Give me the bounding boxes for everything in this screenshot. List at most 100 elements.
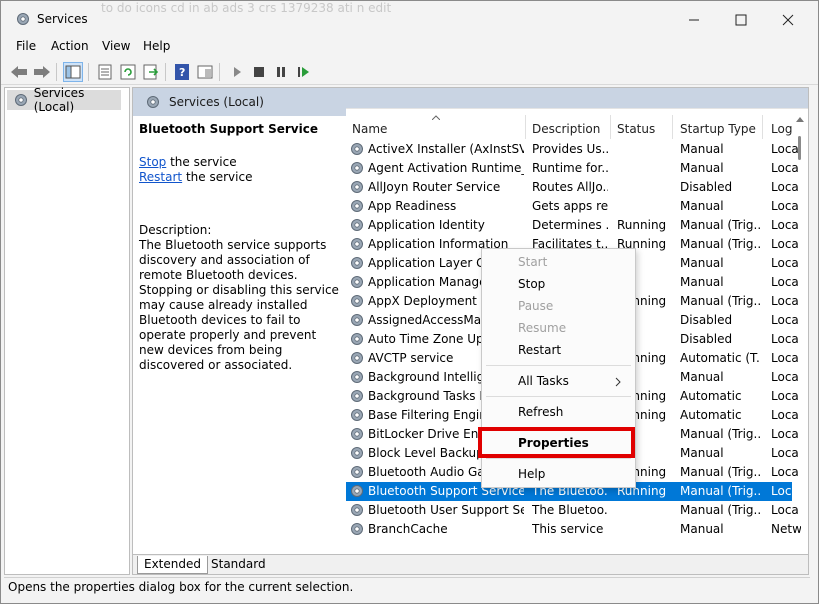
export-button[interactable] [141,62,161,82]
menu-item-start[interactable]: Start [518,255,547,269]
vertical-scrollbar[interactable] [793,110,807,540]
maximize-button[interactable] [721,7,761,33]
show-tree-button[interactable] [63,62,83,82]
restart-service-button[interactable] [294,62,314,82]
column-header-log-on-as[interactable]: Log [771,122,792,136]
submenu-chevron-icon [615,377,621,387]
column-header-name[interactable]: Name [352,122,387,136]
tree-item-label: Services (Local) [33,86,85,114]
menu-help[interactable]: Help [143,39,170,53]
service-gear-icon [351,162,363,174]
stop-service-link[interactable]: Stop [139,155,166,169]
properties-button[interactable] [95,62,115,82]
tab-extended[interactable]: Extended [137,556,208,574]
cell-startup: Manual (Trig... [680,237,760,251]
service-gear-icon [351,181,363,193]
cell-startup: Automatic (T... [680,351,760,365]
scroll-up-icon [796,117,804,122]
service-gear-icon [351,352,363,364]
list-header: Name Description Status Startup Type Log [346,109,808,139]
cell-startup: Disabled [680,313,733,327]
service-gear-icon [351,200,363,212]
back-icon [11,66,27,78]
cell-startup: Manual [680,161,724,175]
service-gear-icon [351,238,363,250]
column-header-startup-type[interactable]: Startup Type [680,122,756,136]
services-gear-icon [17,13,29,25]
cell-startup: Manual (Trig... [680,427,760,441]
menu-item-refresh[interactable]: Refresh [518,405,563,419]
maximize-icon [735,14,747,26]
cell-name: App Readiness [368,199,457,213]
restart-service-link[interactable]: Restart [139,170,182,184]
menu-item-resume[interactable]: Resume [518,321,566,335]
resume-icon [298,67,309,77]
menu-view[interactable]: View [102,39,130,53]
help-button[interactable]: ? [172,62,192,82]
service-detail-panel: Bluetooth Support Service Stop the servi… [139,122,339,373]
status-bar: Opens the properties dialog box for the … [4,577,810,597]
cell-name: Bluetooth User Support Ser... [368,503,524,517]
stop-service-button[interactable] [249,62,269,82]
properties-highlight-box [478,427,635,458]
back-button[interactable] [9,62,29,82]
cell-startup: Manual [680,256,724,270]
service-row[interactable]: Agent Activation Runtime_... Runtime for.… [346,159,799,178]
service-gear-icon [351,143,363,155]
close-button[interactable] [768,7,808,33]
service-gear-icon [351,523,363,535]
pause-service-button[interactable] [271,62,291,82]
sort-ascending-icon [432,115,440,120]
service-row[interactable]: ActiveX Installer (AxInstSV) Provides Us.… [346,140,799,159]
menu-item-pause[interactable]: Pause [518,299,553,313]
service-gear-icon [351,314,363,326]
cell-name: ActiveX Installer (AxInstSV) [368,142,524,156]
service-row[interactable]: Application Identity Determines ... Runnin… [346,216,799,235]
tree-item-services-local[interactable]: Services (Local) [7,86,121,114]
cell-name: BranchCache [368,522,448,536]
refresh-button[interactable] [118,62,138,82]
status-text: Opens the properties dialog box for the … [8,580,354,594]
service-row[interactable]: BranchCacheThis service ...ManualNetw [346,520,801,538]
title-bar: Services to do icons cd in ab ads 3 crs … [1,1,818,37]
service-gear-icon [351,219,363,231]
cell-desc: Gets apps re... [532,199,608,213]
menu-item-stop[interactable]: Stop [518,277,545,291]
cell-desc: Provides Us... [532,142,608,156]
menu-item-all-tasks[interactable]: All Tasks [518,374,569,388]
menu-item-restart[interactable]: Restart [518,343,561,357]
service-row[interactable]: App ReadinessGets apps re...ManualLoca [346,197,799,216]
tab-standard[interactable]: Standard [205,556,272,574]
start-service-button[interactable] [227,62,247,82]
column-header-status[interactable]: Status [617,122,655,136]
menu-file[interactable]: File [16,39,36,53]
services-window: Services to do icons cd in ab ads 3 crs … [0,0,819,604]
menu-item-help[interactable]: Help [518,467,545,481]
cell-status: Running [617,218,667,232]
cell-name: AllJoyn Router Service [368,180,501,194]
service-gear-icon [351,390,363,402]
console-button[interactable] [195,62,215,82]
start-icon [234,67,241,77]
console-tree: Services (Local) [4,86,130,575]
service-gear-icon [351,295,363,307]
services-pane: Services (Local) Bluetooth Support Servi… [132,87,809,575]
menu-action[interactable]: Action [51,39,89,53]
service-row[interactable]: Bluetooth User Support Ser... The Bluetoo… [346,501,799,520]
service-row[interactable]: AllJoyn Router Service Routes AllJo... Dis… [346,178,799,197]
forward-button[interactable] [32,62,52,82]
column-header-description[interactable]: Description [532,122,600,136]
service-gear-icon [351,333,363,345]
minimize-button[interactable] [674,7,714,33]
cell-desc: The Bluetoo... [532,503,608,517]
console-icon [197,65,213,79]
description-label: Description: [139,223,212,237]
services-gear-icon [15,94,27,106]
scroll-thumb[interactable] [798,136,801,160]
help-icon: ? [175,64,189,80]
cell-startup: Manual (Trig... [680,484,760,498]
restart-link-suffix: the service [182,170,253,184]
cell-desc: This service ... [532,522,608,536]
service-gear-icon [351,466,363,478]
forward-icon [34,66,50,78]
